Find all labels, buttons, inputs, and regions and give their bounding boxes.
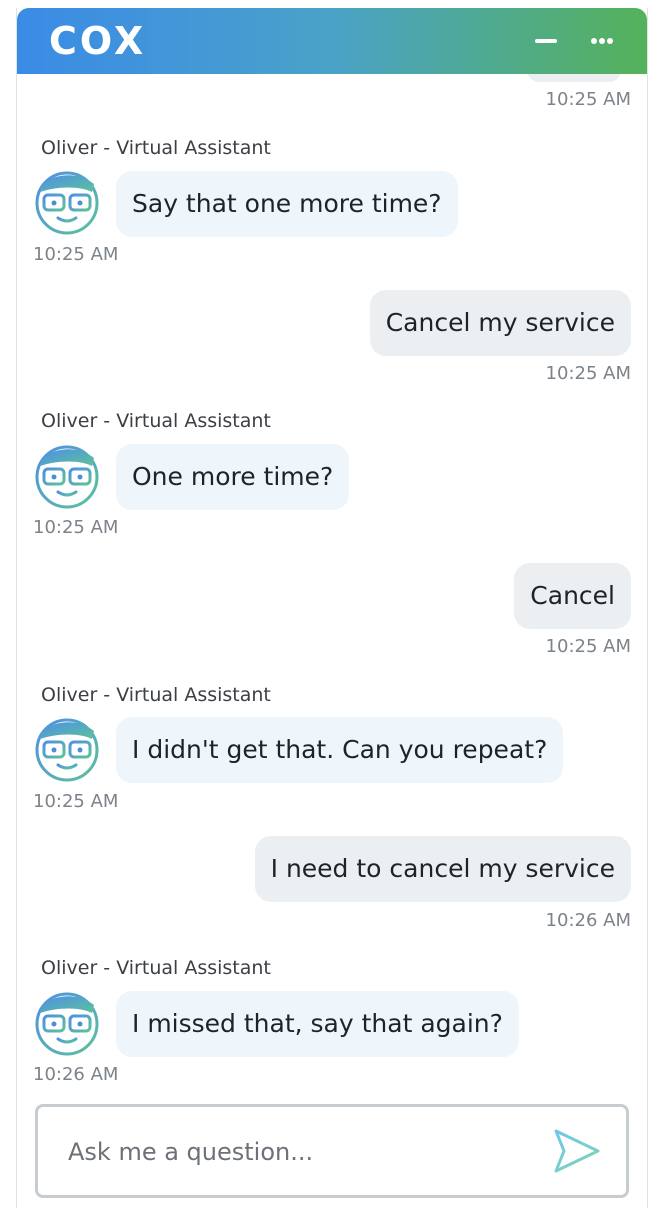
assistant-avatar-icon <box>34 717 100 783</box>
send-button[interactable] <box>552 1127 602 1175</box>
composer <box>35 1104 629 1198</box>
ellipsis-icon <box>591 38 597 44</box>
chat-window: 10:25 AM Oliver - Virtual Assistant Say … <box>16 8 648 1208</box>
message-timestamp: 10:25 AM <box>33 244 119 265</box>
message-timestamp: 10:26 AM <box>545 910 631 931</box>
message-timestamp: 10:25 AM <box>33 517 119 538</box>
user-message-bubble: Cancel <box>514 563 631 629</box>
bot-message-bubble: One more time? <box>116 444 350 510</box>
message-input[interactable] <box>66 1129 530 1175</box>
assistant-avatar-icon <box>34 991 100 1057</box>
chat-header: COX <box>17 8 647 74</box>
sender-name: Oliver - Virtual Assistant <box>41 957 271 979</box>
message-timestamp: 10:26 AM <box>33 1064 119 1085</box>
sender-name: Oliver - Virtual Assistant <box>41 410 271 432</box>
ellipsis-icon <box>607 38 613 44</box>
bot-message-bubble: I missed that, say that again? <box>116 991 519 1057</box>
message-timestamp: 10:25 AM <box>545 363 631 384</box>
assistant-avatar-icon <box>34 444 100 510</box>
more-options-button[interactable] <box>579 22 623 58</box>
ellipsis-icon <box>599 38 605 44</box>
bot-message-bubble: Say that one more time? <box>116 171 458 237</box>
message-timestamp: 10:25 AM <box>545 636 631 657</box>
message-timestamp: 10:25 AM <box>545 89 631 110</box>
send-arrow-icon <box>554 1129 600 1173</box>
minimize-icon <box>535 39 557 43</box>
cox-logo: COX <box>49 19 147 63</box>
message-list: 10:25 AM Oliver - Virtual Assistant Say … <box>17 8 647 1208</box>
minimize-button[interactable] <box>523 22 567 58</box>
assistant-avatar-icon <box>34 170 100 236</box>
bot-message-bubble: I didn't get that. Can you repeat? <box>116 717 564 783</box>
message-timestamp: 10:25 AM <box>33 791 119 812</box>
sender-name: Oliver - Virtual Assistant <box>41 137 271 159</box>
user-message-bubble: I need to cancel my service <box>254 836 631 902</box>
user-message-bubble: Cancel my service <box>369 290 631 356</box>
sender-name: Oliver - Virtual Assistant <box>41 684 271 706</box>
